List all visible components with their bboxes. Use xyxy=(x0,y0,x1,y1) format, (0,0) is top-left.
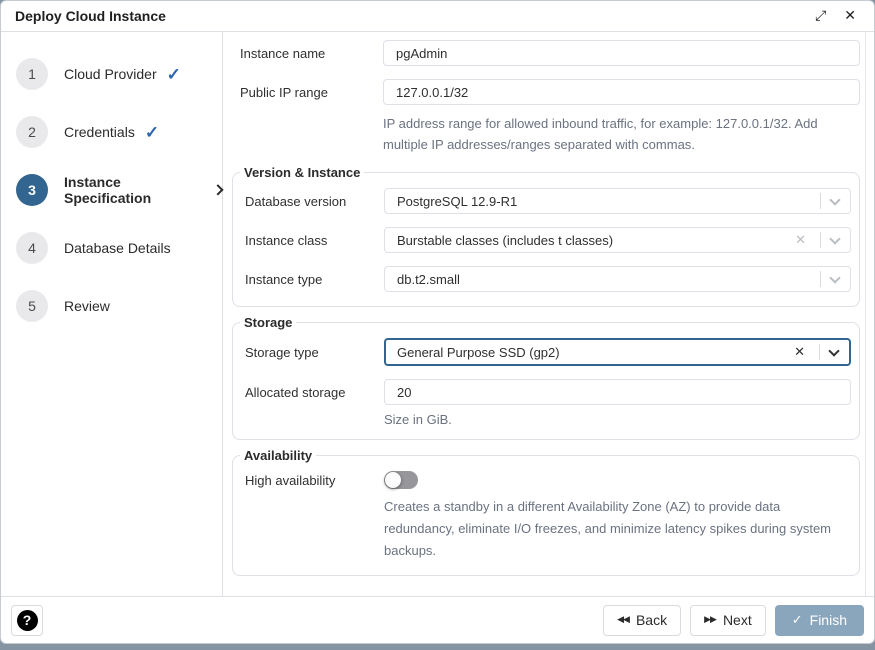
step-label: Instance Specification xyxy=(64,174,202,206)
instance-class-select[interactable]: Burstable classes (includes t classes) ✕ xyxy=(384,227,851,253)
availability-group: Availability High availability Creates a… xyxy=(232,448,860,576)
step-label: Database Details xyxy=(64,240,171,256)
step-label: Cloud Provider xyxy=(64,66,157,82)
database-version-select[interactable]: PostgreSQL 12.9-R1 xyxy=(384,188,851,214)
instance-specification-form: Instance name Public IP range IP address… xyxy=(223,32,874,596)
clear-icon[interactable]: ✕ xyxy=(788,233,813,248)
step-label: Credentials xyxy=(64,124,135,140)
next-arrows-icon: ▶▶ xyxy=(704,615,716,625)
finish-button-label: Finish xyxy=(810,612,847,628)
back-button-label: Back xyxy=(636,612,667,628)
instance-type-label: Instance type xyxy=(233,272,384,287)
step-done-check-icon: ✓ xyxy=(145,124,159,141)
dialog-title: Deploy Cloud Instance xyxy=(15,8,801,24)
help-icon: ? xyxy=(17,610,38,631)
next-button[interactable]: ▶▶ Next xyxy=(690,605,766,636)
chevron-down-icon[interactable] xyxy=(829,272,840,283)
storage-type-select[interactable]: General Purpose SSD (gp2) ✕ xyxy=(384,338,851,366)
finish-button[interactable]: ✓ Finish xyxy=(775,605,864,636)
allocated-storage-label: Allocated storage xyxy=(233,385,384,400)
chevron-down-icon[interactable] xyxy=(829,194,840,205)
version-and-instance-legend: Version & Instance xyxy=(240,165,364,180)
storage-group: Storage Storage type General Purpose SSD… xyxy=(232,315,860,440)
instance-name-input[interactable] xyxy=(383,40,860,66)
chevron-down-icon[interactable] xyxy=(828,345,839,356)
step-number-badge: 5 xyxy=(16,290,48,322)
storage-type-value: General Purpose SSD (gp2) xyxy=(397,345,787,360)
database-version-value: PostgreSQL 12.9-R1 xyxy=(397,194,813,209)
close-icon[interactable]: ✕ xyxy=(840,7,860,25)
deploy-cloud-instance-dialog: Deploy Cloud Instance ⤢ ✕ 1 Cloud Provid… xyxy=(0,0,875,644)
allocated-storage-input[interactable] xyxy=(384,379,851,405)
step-review[interactable]: 5 Review xyxy=(1,277,222,335)
high-availability-toggle[interactable] xyxy=(384,471,418,489)
back-button[interactable]: ◀◀ Back xyxy=(603,605,681,636)
step-instance-specification[interactable]: 3 Instance Specification xyxy=(1,161,222,219)
step-number-badge: 1 xyxy=(16,58,48,90)
database-version-label: Database version xyxy=(233,194,384,209)
public-ip-range-label: Public IP range xyxy=(228,85,383,100)
scrollbar-track[interactable] xyxy=(865,32,866,596)
instance-name-label: Instance name xyxy=(228,46,383,61)
step-database-details[interactable]: 4 Database Details xyxy=(1,219,222,277)
instance-type-select[interactable]: db.t2.small xyxy=(384,266,851,292)
high-availability-label: High availability xyxy=(233,473,384,488)
allocated-storage-hint: Size in GiB. xyxy=(384,409,853,430)
maximize-icon[interactable]: ⤢ xyxy=(811,7,830,25)
step-number-badge: 2 xyxy=(16,116,48,148)
dialog-footer: ? ◀◀ Back ▶▶ Next ✓ Finish xyxy=(1,596,874,643)
toggle-knob xyxy=(385,472,401,488)
instance-class-value: Burstable classes (includes t classes) xyxy=(397,233,788,248)
step-cloud-provider[interactable]: 1 Cloud Provider ✓ xyxy=(1,45,222,103)
finish-check-icon: ✓ xyxy=(792,613,803,628)
availability-legend: Availability xyxy=(240,448,316,463)
instance-class-label: Instance class xyxy=(233,233,384,248)
step-label: Review xyxy=(64,298,110,314)
next-button-label: Next xyxy=(723,612,752,628)
public-ip-range-hint: IP address range for allowed inbound tra… xyxy=(383,113,862,155)
step-number-badge: 4 xyxy=(16,232,48,264)
step-done-check-icon: ✓ xyxy=(167,66,181,83)
storage-type-label: Storage type xyxy=(233,345,384,360)
chevron-down-icon[interactable] xyxy=(829,233,840,244)
storage-legend: Storage xyxy=(240,315,296,330)
step-number-badge: 3 xyxy=(16,174,48,206)
version-and-instance-group: Version & Instance Database version Post… xyxy=(232,165,860,307)
help-button[interactable]: ? xyxy=(11,605,43,636)
back-arrows-icon: ◀◀ xyxy=(617,615,629,625)
step-credentials[interactable]: 2 Credentials ✓ xyxy=(1,103,222,161)
wizard-steps-sidebar: 1 Cloud Provider ✓ 2 Credentials ✓ 3 Ins… xyxy=(1,32,223,596)
public-ip-range-input[interactable] xyxy=(383,79,860,105)
dialog-body: 1 Cloud Provider ✓ 2 Credentials ✓ 3 Ins… xyxy=(1,32,874,596)
instance-type-value: db.t2.small xyxy=(397,272,813,287)
dialog-titlebar: Deploy Cloud Instance ⤢ ✕ xyxy=(1,1,874,32)
high-availability-hint: Creates a standby in a different Availab… xyxy=(384,496,853,562)
clear-icon[interactable]: ✕ xyxy=(787,345,812,360)
